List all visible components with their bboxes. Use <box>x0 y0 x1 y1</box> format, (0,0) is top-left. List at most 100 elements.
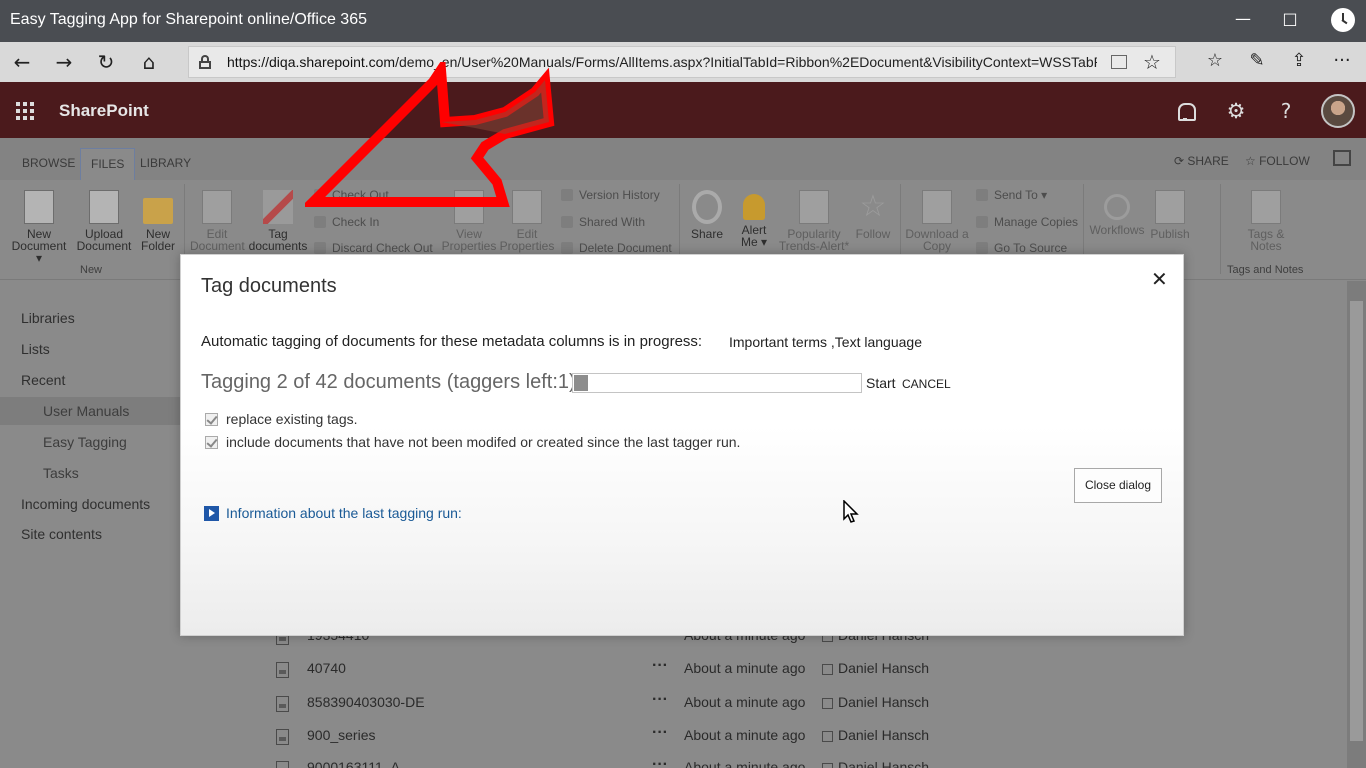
expand-arrow-icon[interactable] <box>204 506 219 521</box>
favorites-list-icon[interactable]: ☆ <box>1201 50 1229 71</box>
share-icon[interactable]: ⇪ <box>1285 50 1313 71</box>
folder-icon <box>143 198 173 224</box>
upload-document-button[interactable]: Upload Document <box>76 190 132 252</box>
row-menu-icon[interactable]: ··· <box>652 691 668 709</box>
settings-gear-icon[interactable]: ⚙ <box>1223 98 1249 124</box>
avatar[interactable] <box>1321 94 1355 128</box>
new-document-button[interactable]: New Document ▾ <box>8 190 70 264</box>
pdf-file-icon <box>276 761 289 768</box>
more-icon[interactable]: ··· <box>1328 50 1356 71</box>
download-copy-button[interactable]: Download a Copy <box>904 190 970 252</box>
row-user[interactable]: Daniel Hansch <box>838 759 929 768</box>
replace-tags-checkbox[interactable] <box>205 413 218 426</box>
tag-documents-dialog: Tag documents ✕ Automatic tagging of doc… <box>180 254 1184 636</box>
progress-bar-fill <box>574 375 588 391</box>
nav-lists[interactable]: Lists <box>21 341 50 357</box>
forward-icon[interactable]: → <box>50 48 78 76</box>
row-user[interactable]: Daniel Hansch <box>838 727 929 743</box>
nav-site-contents[interactable]: Site contents <box>21 526 102 542</box>
nav-easy-tagging[interactable]: Easy Tagging <box>43 434 127 450</box>
last-run-info-label[interactable]: Information about the last tagging run: <box>226 505 462 521</box>
nav-tasks[interactable]: Tasks <box>43 465 79 481</box>
follow-page-button[interactable]: ☆ FOLLOW <box>1245 154 1310 168</box>
row-user[interactable]: Daniel Hansch <box>838 694 929 710</box>
manage-copies-button[interactable]: Manage Copies <box>976 215 1078 229</box>
row-name[interactable]: 858390403030-DE <box>307 694 425 710</box>
group-label-new: New <box>80 264 103 276</box>
scrollbar-thumb[interactable] <box>1350 301 1363 741</box>
row-user[interactable]: Daniel Hansch <box>838 660 929 676</box>
app-launcher-icon[interactable] <box>16 102 34 120</box>
page-scrollbar[interactable] <box>1347 281 1366 768</box>
table-row[interactable]: 9000163111_A ··· About a minute ago Dani… <box>270 756 970 768</box>
workflows-button[interactable]: Workflows <box>1088 190 1146 236</box>
new-folder-button[interactable]: New Folder <box>138 190 178 252</box>
refresh-icon[interactable]: ↻ <box>92 48 120 76</box>
tab-library[interactable]: LIBRARY <box>140 156 191 170</box>
table-row[interactable]: 40740 ··· About a minute ago Daniel Hans… <box>270 657 970 687</box>
maximize-button[interactable]: □ <box>1275 9 1305 28</box>
pen-icon[interactable]: ✎ <box>1243 50 1271 71</box>
row-checkbox[interactable] <box>822 763 833 768</box>
arrow-outline <box>305 62 555 207</box>
nav-recent[interactable]: Recent <box>21 372 65 388</box>
close-dialog-button[interactable]: Close dialog <box>1074 468 1162 503</box>
include-unmodified-label: include documents that have not been mod… <box>226 434 741 450</box>
row-checkbox[interactable] <box>822 664 833 675</box>
cancel-button[interactable]: CANCEL <box>902 377 951 391</box>
alert-me-button[interactable]: Alert Me ▾ <box>734 190 774 248</box>
last-run-info-link[interactable]: Information about the last tagging run: <box>204 505 462 521</box>
dialog-intro-text: Automatic tagging of documents for these… <box>201 333 703 350</box>
pdf-file-icon <box>276 729 289 745</box>
replace-tags-option[interactable]: replace existing tags. <box>205 411 358 427</box>
tab-browse[interactable]: BROWSE <box>22 156 75 170</box>
send-to-button[interactable]: Send To ▾ <box>976 188 1047 202</box>
publish-button[interactable]: Publish <box>1148 190 1192 240</box>
help-icon[interactable]: ? <box>1273 98 1299 124</box>
discard-check-out-button[interactable]: Discard Check Out <box>314 241 433 255</box>
focus-content-icon[interactable] <box>1333 150 1351 166</box>
table-row[interactable]: 858390403030-DE ··· About a minute ago D… <box>270 691 970 721</box>
tag-icon <box>263 190 293 224</box>
home-icon[interactable]: ⌂ <box>135 48 163 76</box>
follow-button[interactable]: ☆ Follow <box>852 190 894 240</box>
nav-incoming-documents[interactable]: Incoming documents <box>21 496 150 512</box>
notification-bell-icon[interactable] <box>1172 98 1198 124</box>
tags-notes-button[interactable]: Tags & Notes <box>1236 190 1296 252</box>
nav-user-manuals[interactable]: User Manuals <box>0 397 180 425</box>
nav-libraries[interactable]: Libraries <box>21 310 75 326</box>
row-menu-icon[interactable]: ··· <box>652 657 668 675</box>
reading-view-icon[interactable] <box>1111 55 1127 69</box>
row-checkbox[interactable] <box>822 698 833 709</box>
row-checkbox[interactable] <box>822 731 833 742</box>
sharepoint-brand[interactable]: SharePoint <box>59 101 149 121</box>
include-unmodified-option[interactable]: include documents that have not been mod… <box>205 434 740 450</box>
share-button[interactable]: Share <box>686 190 728 240</box>
row-name[interactable]: 900_series <box>307 727 376 743</box>
tag-documents-button[interactable]: Tag documents <box>248 190 308 252</box>
edit-document-button[interactable]: Edit Document <box>190 190 245 252</box>
start-button[interactable]: Start <box>866 375 896 391</box>
window-titlebar: Easy Tagging App for Sharepoint online/O… <box>0 0 1366 42</box>
shared-with-button[interactable]: Shared With <box>561 215 645 229</box>
row-name[interactable]: 40740 <box>307 660 346 676</box>
minimize-button[interactable]: — <box>1228 9 1258 28</box>
clock-icon[interactable] <box>1331 8 1355 32</box>
include-unmodified-checkbox[interactable] <box>205 436 218 449</box>
share-page-button[interactable]: ⟳ SHARE <box>1174 154 1229 168</box>
go-to-source-button[interactable]: Go To Source <box>976 241 1067 255</box>
close-icon[interactable]: ✕ <box>1151 267 1168 291</box>
edit-document-icon <box>202 190 232 224</box>
tab-files[interactable]: FILES <box>80 148 136 180</box>
table-row[interactable]: 900_series ··· About a minute ago Daniel… <box>270 724 970 754</box>
row-modified: About a minute ago <box>684 660 806 676</box>
row-menu-icon[interactable]: ··· <box>652 724 668 742</box>
row-name[interactable]: 9000163111_A <box>307 759 400 768</box>
check-in-button[interactable]: Check In <box>314 215 379 229</box>
row-menu-icon[interactable]: ··· <box>652 756 668 768</box>
version-history-button[interactable]: Version History <box>561 188 660 202</box>
back-icon[interactable]: ← <box>8 48 36 76</box>
favorite-star-icon[interactable]: ☆ <box>1143 50 1161 74</box>
delete-document-button[interactable]: Delete Document <box>561 241 672 255</box>
popularity-trends-button[interactable]: Popularity Trends-Alert* <box>778 190 850 252</box>
